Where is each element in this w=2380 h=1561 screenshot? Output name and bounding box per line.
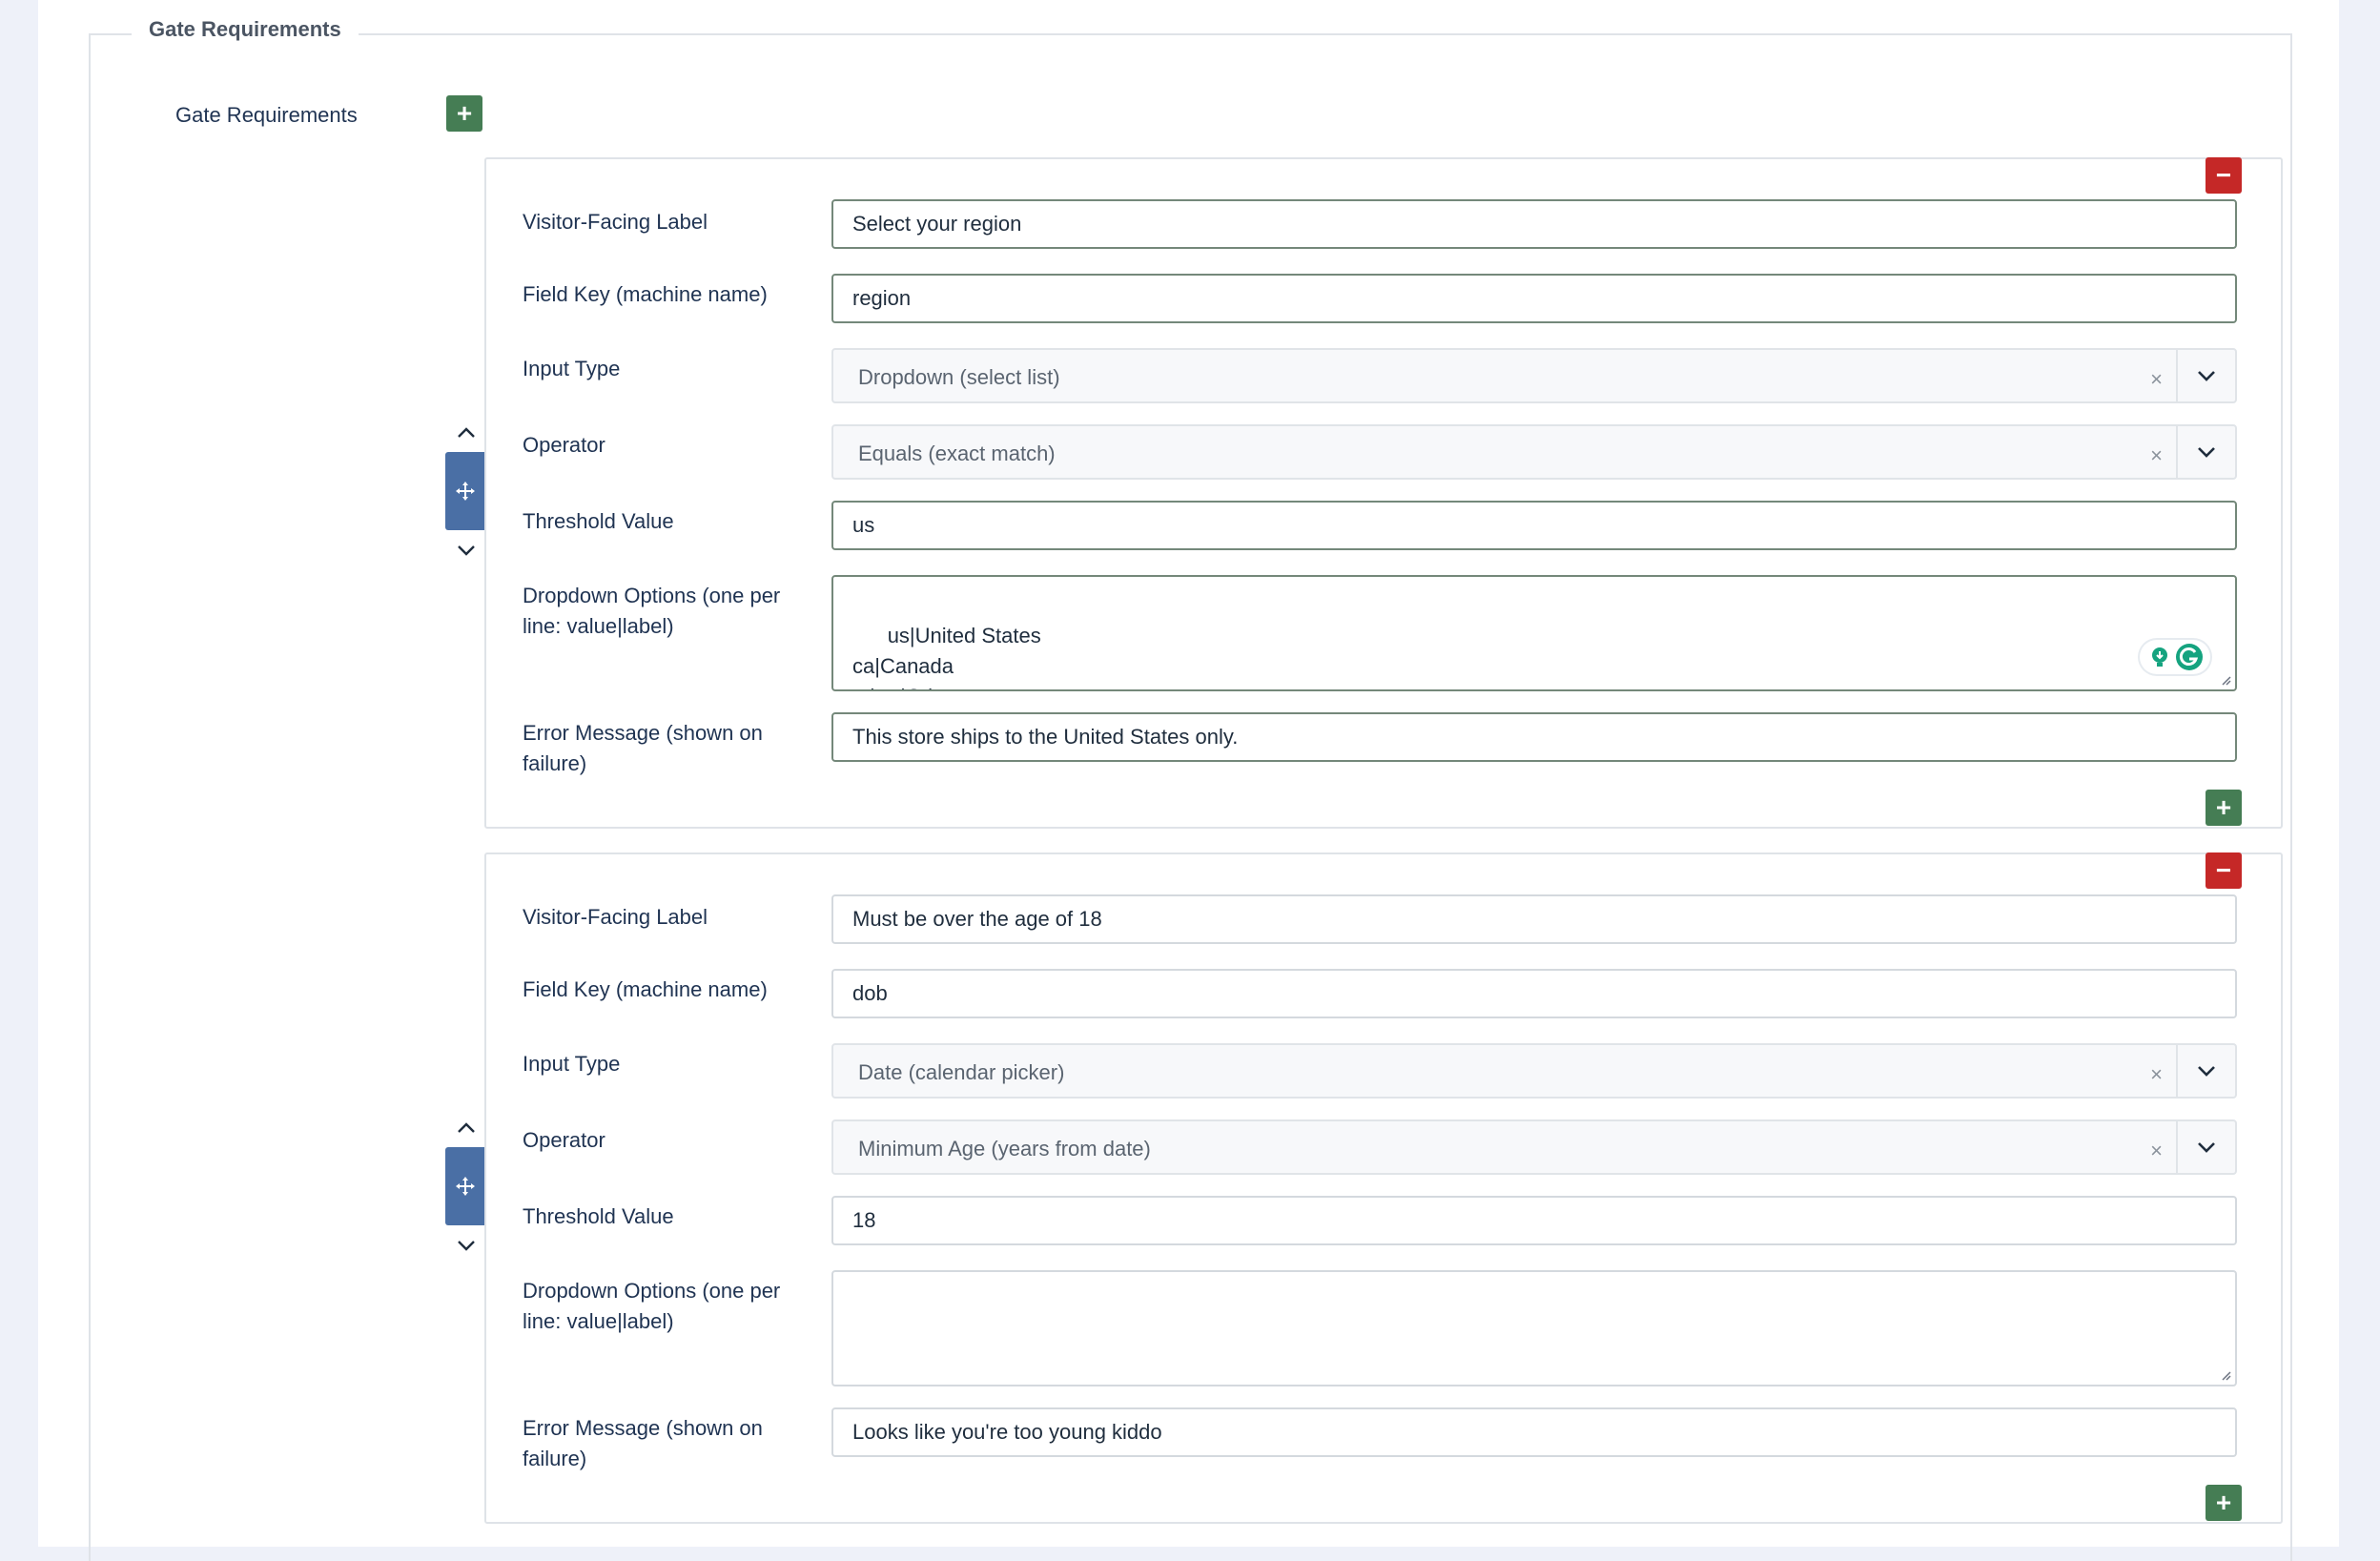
- chevron-down-icon[interactable]: [2176, 426, 2235, 478]
- input-type-value: Date (calendar picker): [858, 1060, 1065, 1084]
- close-icon[interactable]: ×: [2150, 426, 2163, 485]
- resize-grip-icon[interactable]: [2220, 1369, 2231, 1381]
- field-key-label: Field Key (machine name): [523, 282, 768, 306]
- close-icon[interactable]: ×: [2150, 1045, 2163, 1104]
- operator-select[interactable]: Minimum Age (years from date) ×: [831, 1119, 2237, 1175]
- operator-select[interactable]: Equals (exact match) ×: [831, 424, 2237, 480]
- page-card: Gate Requirements Gate Requirements + Vi…: [38, 0, 2339, 1561]
- input-type-label: Input Type: [523, 1052, 621, 1076]
- grammarly-icon: [2175, 644, 2203, 670]
- options-label: Dropdown Options (one per line: value|lab…: [523, 1279, 781, 1333]
- input-type-select[interactable]: Date (calendar picker) ×: [831, 1043, 2237, 1099]
- error-label: Error Message (shown on failure): [523, 1416, 763, 1470]
- drag-handle[interactable]: [445, 1147, 485, 1225]
- field-key-label: Field Key (machine name): [523, 977, 768, 1001]
- close-icon[interactable]: ×: [2150, 350, 2163, 409]
- label-field-label: Visitor-Facing Label: [523, 210, 708, 234]
- input-type-label: Input Type: [523, 357, 621, 380]
- options-label: Dropdown Options (one per line: value|lab…: [523, 584, 781, 638]
- chevron-up-icon[interactable]: [456, 1121, 477, 1135]
- threshold-label: Threshold Value: [523, 1204, 674, 1228]
- threshold-input[interactable]: [831, 501, 2237, 550]
- options-textarea[interactable]: [831, 1270, 2237, 1386]
- error-input[interactable]: [831, 712, 2237, 762]
- move-icon: [456, 1177, 475, 1196]
- label-input[interactable]: [831, 199, 2237, 249]
- chevron-up-icon[interactable]: [456, 426, 477, 440]
- add-requirement-after-button[interactable]: +: [2206, 790, 2242, 826]
- options-textarea[interactable]: us|United States ca|Canada other|Other: [831, 575, 2237, 691]
- fieldset-legend: Gate Requirements: [132, 17, 359, 42]
- add-requirement-button[interactable]: +: [446, 95, 482, 132]
- chevron-down-icon[interactable]: [456, 544, 477, 557]
- error-input[interactable]: [831, 1407, 2237, 1457]
- remove-requirement-button[interactable]: −: [2206, 157, 2242, 194]
- requirement-row: Visitor-Facing Label Field Key (machine …: [484, 852, 2283, 1524]
- input-type-select[interactable]: Dropdown (select list) ×: [831, 348, 2237, 403]
- operator-value: Minimum Age (years from date): [858, 1137, 1151, 1160]
- move-icon: [456, 482, 475, 501]
- remove-requirement-button[interactable]: −: [2206, 852, 2242, 889]
- options-value: us|United States ca|Canada other|Other: [852, 624, 1041, 689]
- group-label: Gate Requirements: [175, 103, 358, 127]
- chevron-down-icon[interactable]: [2176, 350, 2235, 401]
- field-key-input[interactable]: [831, 969, 2237, 1018]
- label-input[interactable]: [831, 894, 2237, 944]
- requirement-row: Visitor-Facing Label Field Key (machine …: [484, 157, 2283, 829]
- drag-handle[interactable]: [445, 452, 485, 530]
- threshold-label: Threshold Value: [523, 509, 674, 533]
- chevron-down-icon[interactable]: [2176, 1045, 2235, 1097]
- chevron-down-icon[interactable]: [456, 1239, 477, 1252]
- input-type-value: Dropdown (select list): [858, 365, 1060, 389]
- error-label: Error Message (shown on failure): [523, 721, 763, 775]
- label-field-label: Visitor-Facing Label: [523, 905, 708, 929]
- close-icon[interactable]: ×: [2150, 1121, 2163, 1181]
- lightbulb-icon: [2151, 647, 2167, 667]
- resize-grip-icon[interactable]: [2220, 674, 2231, 686]
- grammarly-widget[interactable]: [2140, 640, 2210, 674]
- add-requirement-after-button[interactable]: +: [2206, 1485, 2242, 1521]
- chevron-down-icon[interactable]: [2176, 1121, 2235, 1173]
- operator-value: Equals (exact match): [858, 442, 1056, 465]
- threshold-input[interactable]: [831, 1196, 2237, 1245]
- operator-label: Operator: [523, 433, 605, 457]
- operator-label: Operator: [523, 1128, 605, 1152]
- field-key-input[interactable]: [831, 274, 2237, 323]
